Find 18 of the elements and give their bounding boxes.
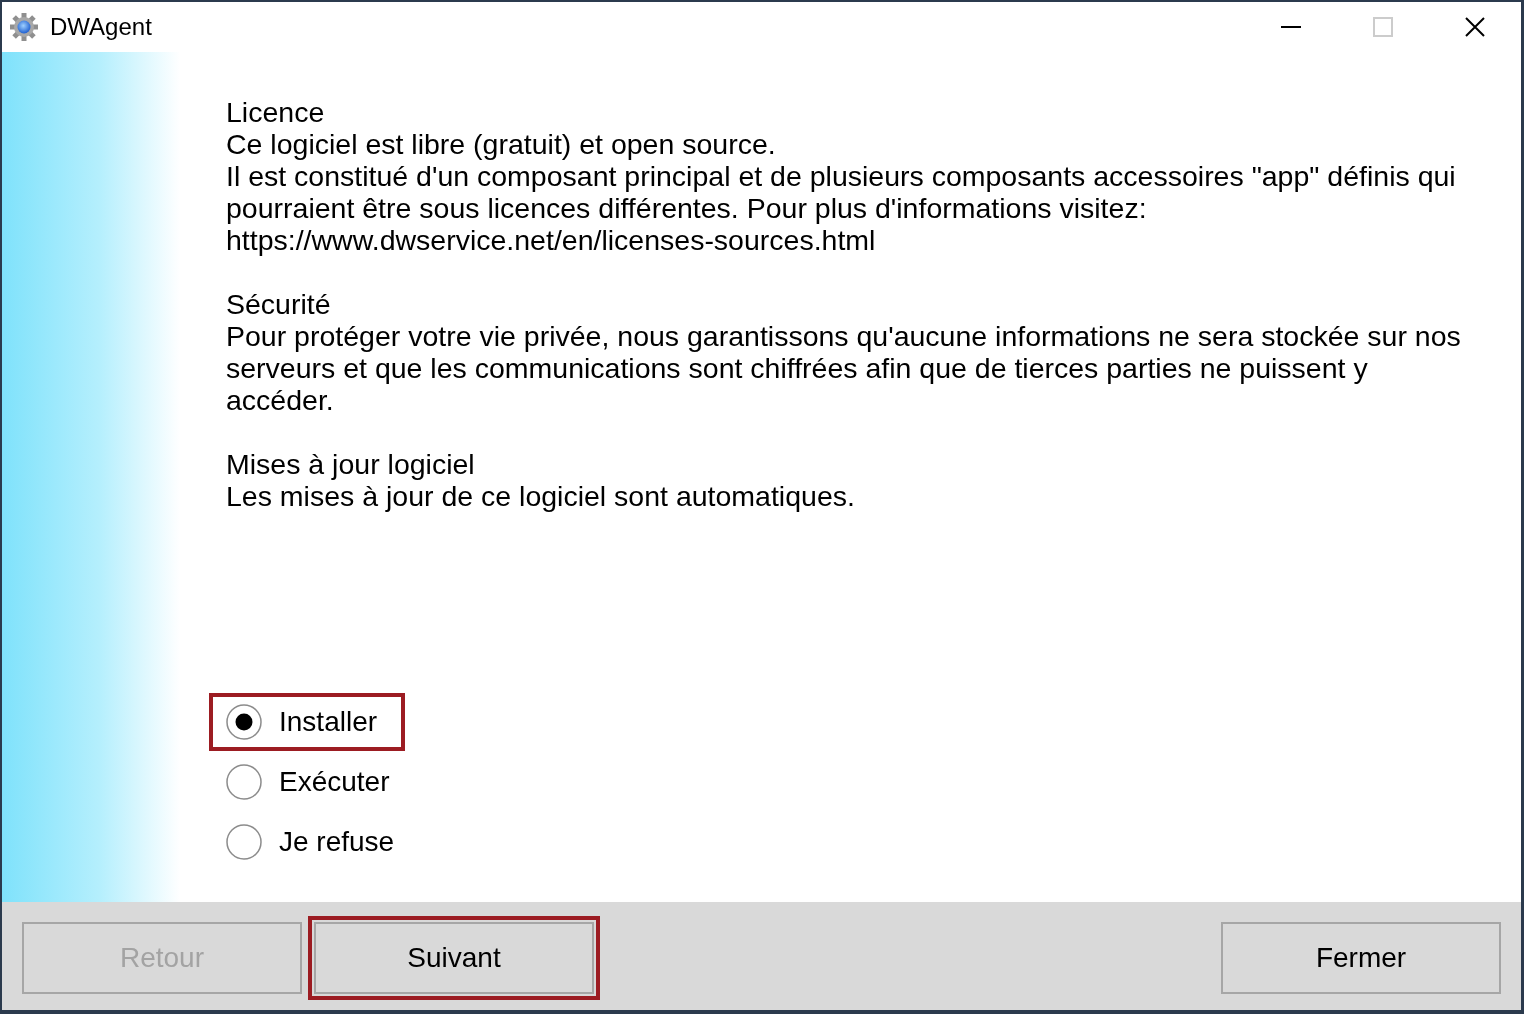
radio-option[interactable]: Exécuter bbox=[226, 757, 390, 807]
section-heading: Mises à jour logiciel bbox=[226, 448, 476, 480]
dialog-button[interactable]: Suivant bbox=[314, 922, 594, 994]
body-text: Pour protéger votre vie privée, nous garantissons qu'aucune informations ne sera stockée sur nos serveurs et que les communications sont chiffrées afin que de tierces parties ne puissent y accéder. bbox=[226, 320, 1462, 416]
gear-icon bbox=[10, 13, 38, 41]
body-text: Il est constitué d'un composant principal et de plusieurs composants accessoires "app" définis qui pourraient être sous licences différentes. Pour plus d'informations visitez: bbox=[226, 160, 1457, 224]
section-heading: Licence bbox=[226, 96, 326, 128]
body-text: Les mises à jour de ce logiciel sont automatiques. bbox=[226, 480, 856, 512]
radio-icon[interactable] bbox=[226, 704, 262, 740]
radio-icon[interactable] bbox=[226, 824, 262, 860]
dialog-button[interactable]: Fermer bbox=[1221, 922, 1501, 994]
body-text: https://www.dwservice.net/en/licenses-sources.html bbox=[226, 224, 877, 256]
body-text: Ce logiciel est libre (gratuit) et open source. bbox=[226, 128, 777, 160]
radio-option[interactable]: Installer bbox=[226, 697, 378, 747]
radio-option[interactable]: Je refuse bbox=[226, 817, 395, 867]
radio-icon[interactable] bbox=[226, 764, 262, 800]
section-heading: Sécurité bbox=[226, 288, 332, 320]
window-title: DWAgent bbox=[50, 13, 152, 41]
